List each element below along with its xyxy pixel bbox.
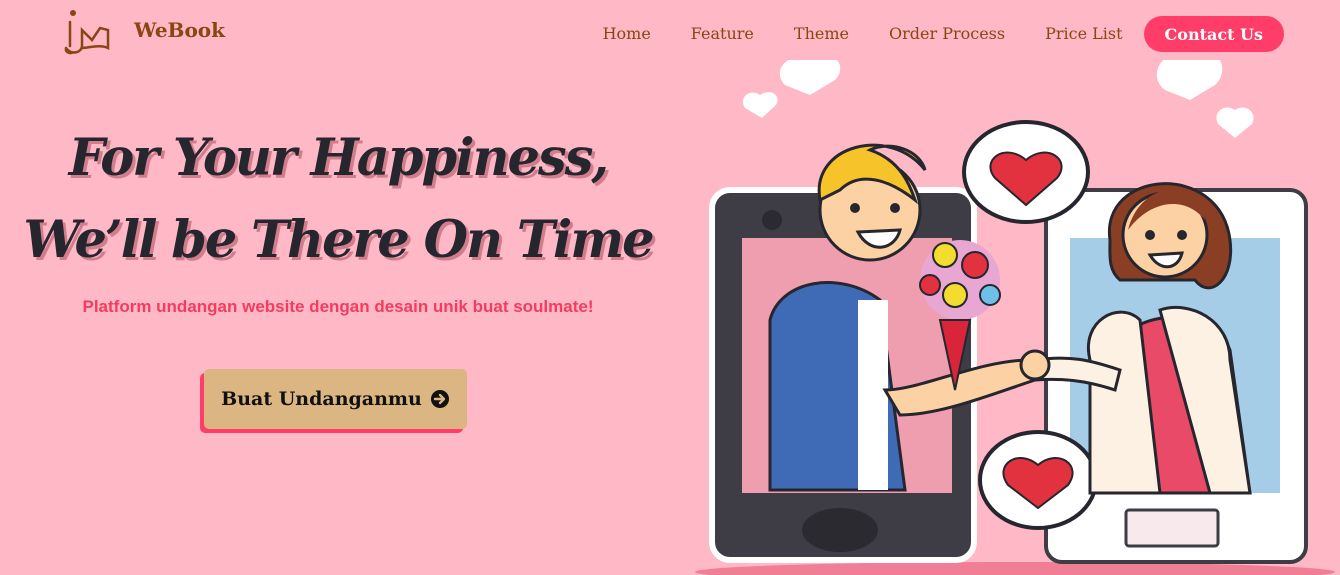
- nav-feature[interactable]: Feature: [691, 16, 754, 52]
- nav-theme[interactable]: Theme: [794, 16, 849, 52]
- hero-subtitle: Platform undangan website dengan desain …: [82, 297, 594, 316]
- hero-title-line1: For Your Happiness,: [68, 128, 609, 188]
- nav-home[interactable]: Home: [603, 16, 651, 52]
- nav-price-list[interactable]: Price List: [1045, 16, 1122, 52]
- logo-text: WeBook: [134, 18, 225, 42]
- main-nav: Home Feature Theme Order Process Price L…: [603, 16, 1284, 52]
- couple-illustration: [695, 60, 1335, 575]
- site-logo[interactable]: WeBook: [60, 8, 225, 58]
- cta-label: Buat Undanganmu: [221, 388, 422, 410]
- hero-title-line2: We’ll be There On Time: [23, 210, 654, 270]
- heart-bubble-top: [962, 120, 1090, 224]
- arrow-circle-right-icon: [430, 390, 449, 408]
- create-invitation-button[interactable]: Buat Undanganmu: [204, 369, 467, 429]
- nav-order-process[interactable]: Order Process: [889, 16, 1005, 52]
- contact-us-button[interactable]: Contact Us: [1143, 16, 1284, 52]
- logo-icon: [64, 10, 110, 55]
- heart-bubble-bottom: [978, 430, 1098, 530]
